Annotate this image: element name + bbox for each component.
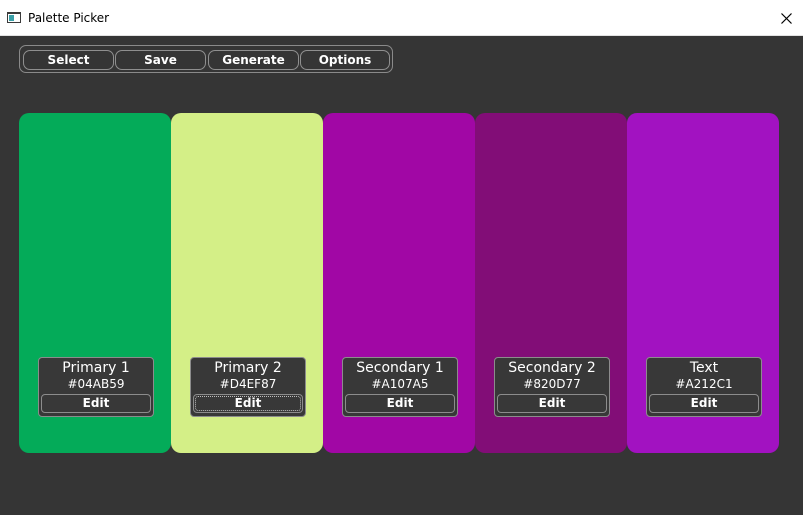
color-swatch-primary-1: Primary 1 #04AB59 Edit [19, 113, 171, 453]
toolbar: Select Save Generate Options [19, 45, 393, 73]
close-icon [781, 13, 792, 24]
palette: Primary 1 #04AB59 Edit Primary 2 #D4EF87… [19, 113, 779, 453]
color-swatch-text: Text #A212C1 Edit [627, 113, 779, 453]
color-info-card: Secondary 2 #820D77 Edit [494, 357, 610, 417]
close-button[interactable] [772, 6, 800, 30]
color-hex: #D4EF87 [219, 377, 277, 391]
generate-button[interactable]: Generate [208, 50, 299, 70]
color-swatch-secondary-2: Secondary 2 #820D77 Edit [475, 113, 627, 453]
color-info-card: Secondary 1 #A107A5 Edit [342, 357, 458, 417]
select-button[interactable]: Select [23, 50, 114, 70]
color-hex: #A212C1 [675, 377, 733, 391]
options-button[interactable]: Options [300, 50, 390, 70]
edit-button[interactable]: Edit [649, 394, 759, 413]
window-title: Palette Picker [28, 11, 110, 25]
color-info-card: Primary 1 #04AB59 Edit [38, 357, 154, 417]
edit-button[interactable]: Edit [345, 394, 455, 413]
save-button[interactable]: Save [115, 50, 206, 70]
color-name: Primary 2 [214, 360, 282, 376]
app-window-icon [7, 12, 21, 23]
color-hex: #A107A5 [371, 377, 429, 391]
color-hex: #04AB59 [67, 377, 125, 391]
edit-button[interactable]: Edit [193, 394, 303, 413]
color-name: Text [689, 360, 719, 376]
color-swatch-primary-2: Primary 2 #D4EF87 Edit [171, 113, 323, 453]
title-bar: Palette Picker [0, 0, 803, 36]
color-info-card: Text #A212C1 Edit [646, 357, 762, 417]
color-swatch-secondary-1: Secondary 1 #A107A5 Edit [323, 113, 475, 453]
edit-button[interactable]: Edit [41, 394, 151, 413]
color-info-card: Primary 2 #D4EF87 Edit [190, 357, 306, 417]
color-name: Secondary 2 [508, 360, 596, 376]
color-name: Secondary 1 [356, 360, 444, 376]
color-hex: #820D77 [523, 377, 581, 391]
edit-button[interactable]: Edit [497, 394, 607, 413]
color-name: Primary 1 [62, 360, 130, 376]
